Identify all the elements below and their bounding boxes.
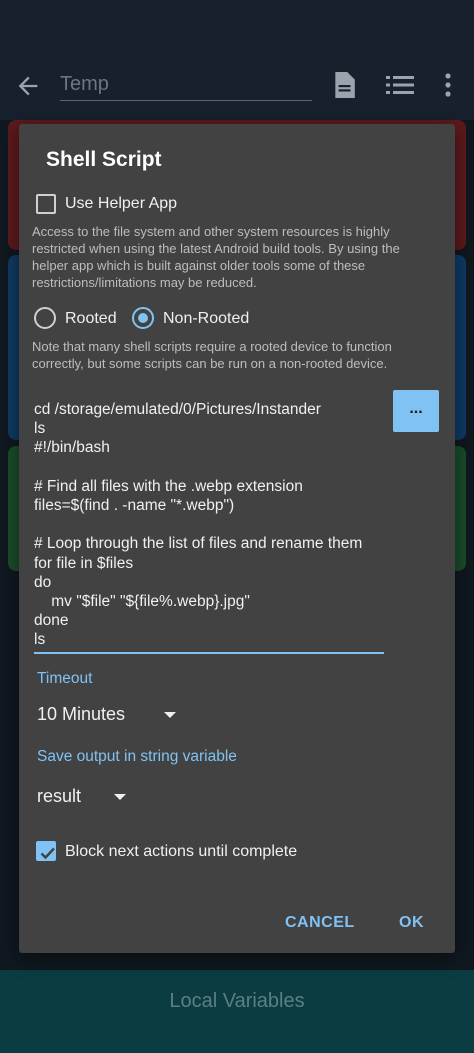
shell-script-dialog: Shell Script Use Helper App Access to th… [19,124,455,953]
save-output-spinner[interactable]: result [34,782,134,812]
script-input[interactable]: cd /storage/emulated/0/Pictures/Instande… [34,400,384,654]
status-bar [0,0,474,50]
block-actions-checkbox[interactable] [36,841,56,861]
dropdown-arrow-icon [114,794,126,800]
block-actions-label: Block next actions until complete [65,843,298,860]
cancel-button[interactable]: CANCEL [285,914,355,932]
use-helper-app-label: Use Helper App [65,195,178,212]
rooted-radio[interactable] [34,307,56,329]
rooted-label: Rooted [65,310,117,327]
insert-variable-button[interactable]: ... [393,390,439,432]
dialog-title: Shell Script [46,148,162,171]
timeout-spinner[interactable]: 10 Minutes [34,700,184,730]
local-variables-label: Local Variables [169,990,305,1012]
document-icon[interactable] [332,72,356,98]
save-output-label: Save output in string variable [37,748,237,765]
root-description: Note that many shell scripts require a r… [32,339,392,371]
app-bar: Temp [0,50,474,120]
save-output-value: result [37,786,82,806]
more-options-icon[interactable] [440,72,456,98]
helper-description: Access to the file system and other syst… [32,224,400,290]
non-rooted-radio[interactable] [132,307,154,329]
dropdown-arrow-icon [164,712,176,718]
list-icon[interactable] [386,74,414,96]
macro-name-input[interactable]: Temp [60,72,312,101]
non-rooted-label: Non-Rooted [163,310,250,327]
back-arrow-icon[interactable] [14,72,42,100]
use-helper-app-checkbox[interactable] [36,194,56,214]
ok-button[interactable]: OK [399,914,424,932]
timeout-label: Timeout [37,670,93,687]
timeout-value: 10 Minutes [37,704,126,724]
checkmark-icon [40,847,55,860]
